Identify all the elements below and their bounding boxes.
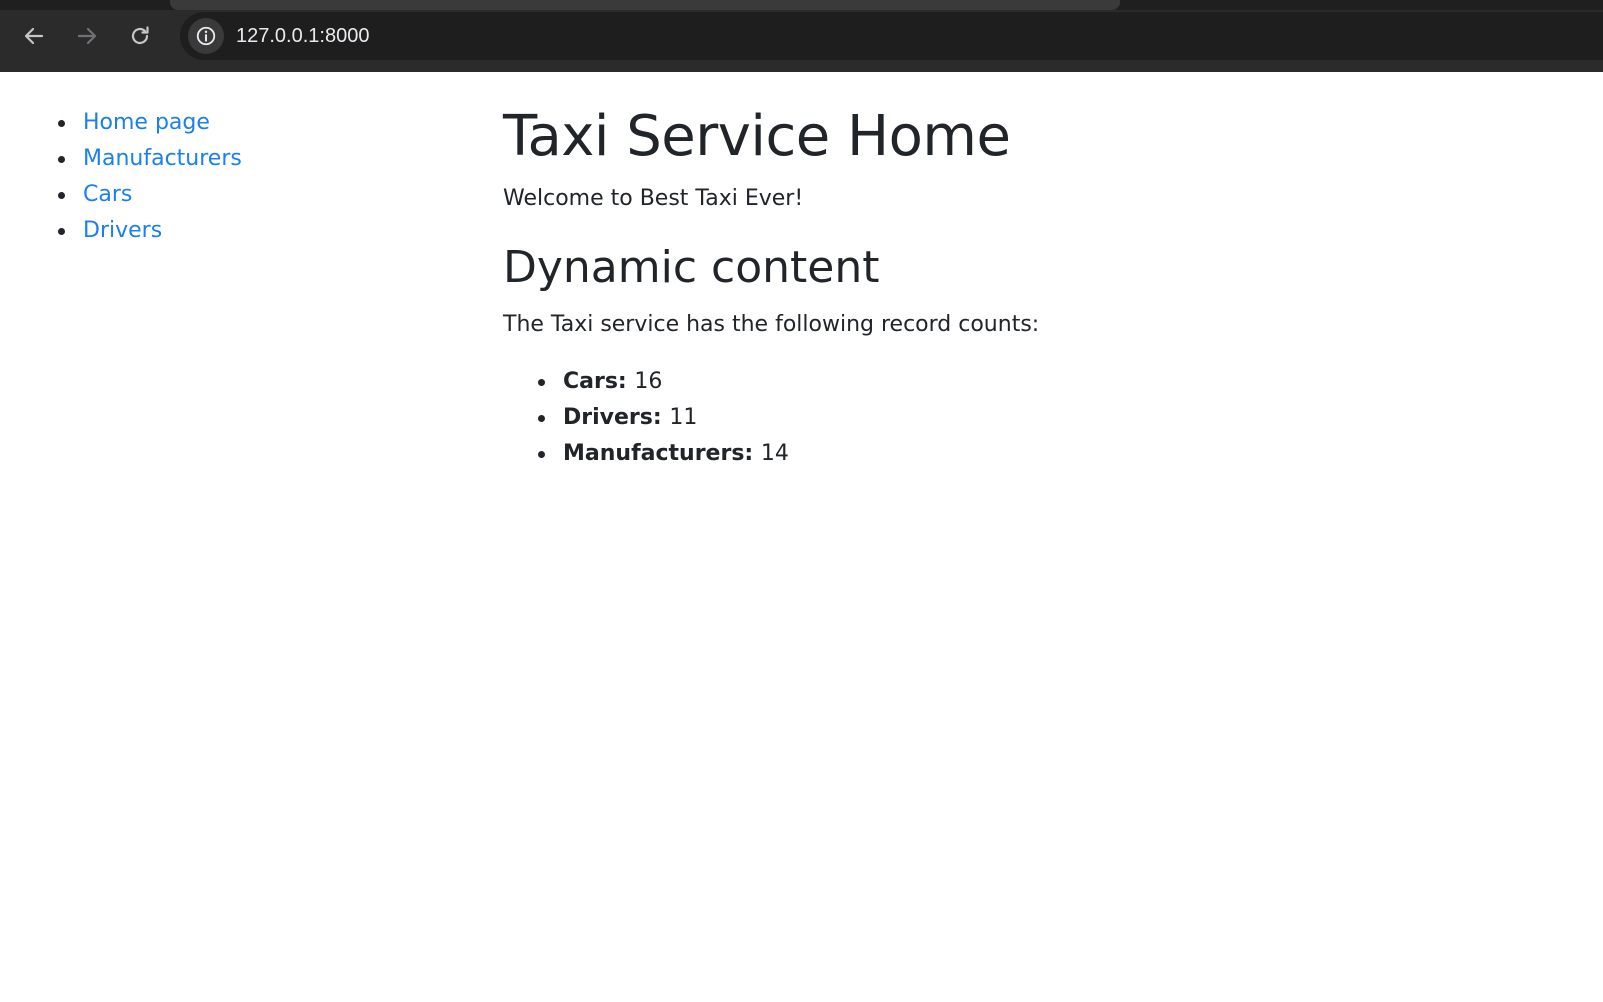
manufacturers-link[interactable]: Manufacturers <box>83 146 242 171</box>
count-value: 14 <box>760 441 789 466</box>
back-button[interactable] <box>12 10 56 62</box>
tab-strip <box>0 0 1603 10</box>
page-title: Taxi Service Home <box>503 104 1011 169</box>
record-counts-list: Cars: 16 Drivers: 11 Manufacturers: 14 <box>503 364 1503 472</box>
sidebar-item-manufacturers: Manufacturers <box>55 141 455 177</box>
home-page-link[interactable]: Home page <box>83 110 210 135</box>
count-item-drivers: Drivers: 11 <box>503 400 1503 436</box>
count-value: 11 <box>669 405 698 430</box>
sidebar-nav: Home page Manufacturers Cars Drivers <box>55 105 455 249</box>
sidebar-item-home: Home page <box>55 105 455 141</box>
arrow-right-icon <box>77 27 97 45</box>
cars-link[interactable]: Cars <box>83 182 132 207</box>
welcome-text: Welcome to Best Taxi Ever! <box>503 186 804 211</box>
sidebar-item-cars: Cars <box>55 177 455 213</box>
browser-chrome: 127.0.0.1:8000 <box>0 0 1603 72</box>
count-label: Manufacturers: <box>563 441 761 466</box>
browser-toolbar: 127.0.0.1:8000 <box>0 10 1603 72</box>
site-info-button[interactable] <box>188 18 224 54</box>
counts-intro: The Taxi service has the following recor… <box>503 312 1040 337</box>
count-item-cars: Cars: 16 <box>503 364 1503 400</box>
address-bar[interactable]: 127.0.0.1:8000 <box>180 12 1603 60</box>
sidebar-item-drivers: Drivers <box>55 213 455 249</box>
count-item-manufacturers: Manufacturers: 14 <box>503 436 1503 472</box>
reload-icon <box>131 26 149 45</box>
forward-button[interactable] <box>65 10 109 62</box>
active-tab[interactable] <box>170 0 1120 10</box>
drivers-link[interactable]: Drivers <box>83 218 162 243</box>
info-icon <box>196 26 216 46</box>
page-content: Home page Manufacturers Cars Drivers Tax… <box>0 72 1603 1002</box>
sidebar-list: Home page Manufacturers Cars Drivers <box>55 105 455 249</box>
section-title: Dynamic content <box>503 242 880 293</box>
count-label: Drivers: <box>563 405 670 430</box>
url-text[interactable]: 127.0.0.1:8000 <box>236 12 369 60</box>
count-value: 16 <box>634 369 663 394</box>
reload-button[interactable] <box>118 10 162 62</box>
count-label: Cars: <box>563 369 635 394</box>
arrow-left-icon <box>24 27 44 45</box>
main-content: Taxi Service Home Welcome to Best Taxi E… <box>503 102 1503 472</box>
